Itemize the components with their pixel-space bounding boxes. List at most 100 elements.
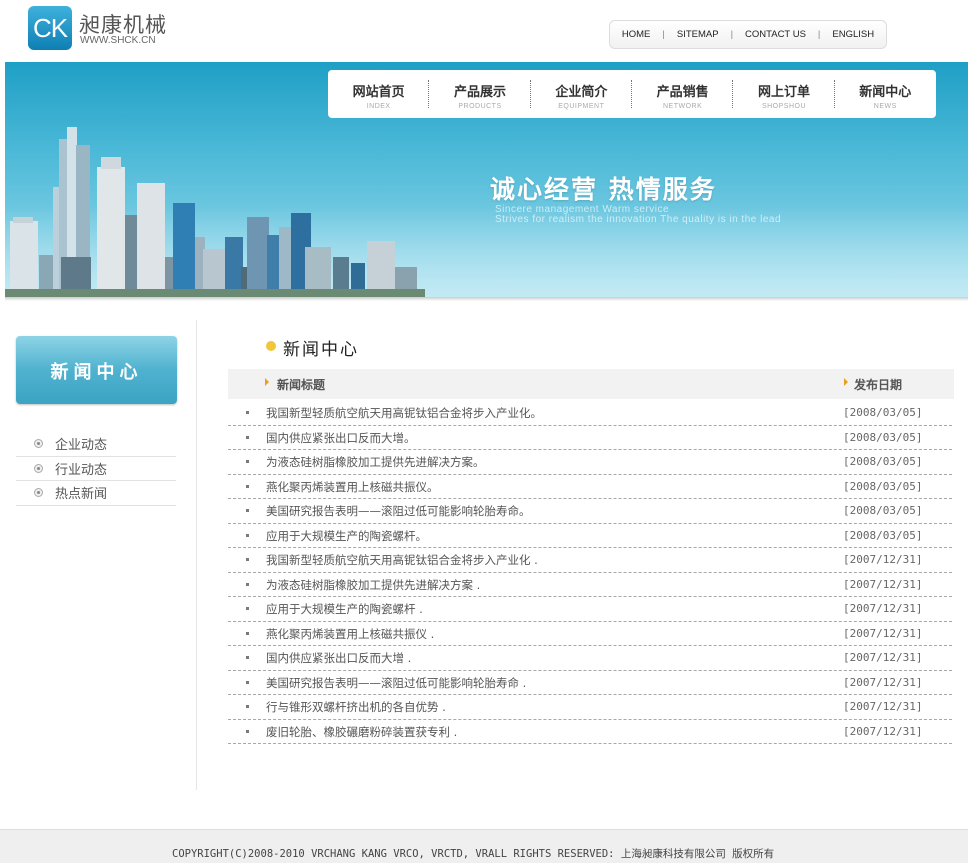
- sidebar-item-label: 热点新闻: [55, 487, 108, 503]
- square-bullet-icon: [246, 509, 249, 512]
- news-title-link[interactable]: 我国新型轻质航空航天用高铌钛铝合金将步入产业化。: [266, 405, 542, 421]
- news-row[interactable]: 为液态硅树脂橡胶加工提供先进解决方案。 [2008/03/05]: [228, 450, 952, 475]
- sidebar-divider: [196, 320, 197, 790]
- news-title-link[interactable]: 我国新型轻质航空航天用高铌钛铝合金将步入产业化 .: [266, 552, 538, 568]
- sidebar-item-company-news[interactable]: 企业动态: [16, 432, 176, 457]
- news-row[interactable]: 美国研究报告表明——滚阻过低可能影响轮胎寿命。 [2008/03/05]: [228, 499, 952, 524]
- news-date: [2008/03/05]: [843, 504, 923, 517]
- column-header-title: 新闻标题: [277, 378, 326, 392]
- news-title-link[interactable]: 行与锥形双螺杆挤出机的各自优势 .: [266, 699, 446, 715]
- sidebar-item-label: 行业动态: [55, 462, 108, 478]
- site-footer: COPYRIGHT(C)2008-2010 VRCHANG KANG VRCO,…: [0, 829, 968, 863]
- news-title-link[interactable]: 燕化聚丙烯装置用上核磁共振仪 .: [266, 626, 434, 642]
- sidebar-menu: 企业动态 行业动态 热点新闻: [16, 432, 176, 506]
- nav-label: 网上订单: [757, 85, 810, 100]
- heading-dot-icon: [266, 341, 276, 351]
- sidebar-item-label: 企业动态: [55, 438, 108, 454]
- news-title-link[interactable]: 为液态硅树脂橡胶加工提供先进解决方案。: [266, 454, 485, 470]
- sidebar-item-industry-news[interactable]: 行业动态: [16, 457, 176, 481]
- square-bullet-icon: [246, 680, 249, 684]
- copyright-text: COPYRIGHT(C)2008-2010 VRCHANG KANG VRCO,…: [172, 848, 775, 860]
- news-title-link[interactable]: 国内供应紧张出口反而大增。: [266, 430, 416, 446]
- news-row[interactable]: 我国新型轻质航空航天用高铌钛铝合金将步入产业化 . [2007/12/31]: [228, 548, 952, 573]
- square-bullet-icon: [246, 705, 249, 708]
- sidebar-item-hot-news[interactable]: 热点新闻: [16, 481, 176, 506]
- nav-label: 企业简介: [555, 85, 608, 100]
- square-bullet-icon: [246, 460, 249, 463]
- news-title-link[interactable]: 燕化聚丙烯装置用上核磁共振仪。: [266, 479, 439, 495]
- news-row[interactable]: 燕化聚丙烯装置用上核磁共振仪 . [2007/12/31]: [228, 622, 952, 646]
- news-title-link[interactable]: 应用于大规模生产的陶瓷螺杆。: [266, 528, 427, 544]
- news-row[interactable]: 燕化聚丙烯装置用上核磁共振仪。 [2008/03/05]: [228, 475, 952, 499]
- nav-sublabel: EQUIPMENT: [558, 103, 605, 110]
- column-header-date: 发布日期: [854, 378, 903, 392]
- news-date: [2007/12/31]: [843, 602, 923, 615]
- arrow-right-icon: [265, 378, 269, 386]
- nav-item-index[interactable]: 网站首页 INDEX: [328, 70, 430, 118]
- news-title-link[interactable]: 美国研究报告表明——滚阻过低可能影响轮胎寿命 .: [266, 675, 526, 691]
- top-link-sitemap[interactable]: SITEMAP: [669, 29, 727, 40]
- top-link-home[interactable]: HOME: [614, 29, 659, 40]
- circle-bullet-icon: [34, 439, 43, 449]
- news-row[interactable]: 国内供应紧张出口反而大增。 [2008/03/05]: [228, 426, 952, 450]
- nav-sublabel: NETWORK: [663, 103, 703, 110]
- news-row[interactable]: 美国研究报告表明——滚阻过低可能影响轮胎寿命 . [2007/12/31]: [228, 671, 952, 695]
- nav-item-about[interactable]: 企业简介 EQUIPMENT: [531, 70, 632, 118]
- nav-item-sales[interactable]: 产品销售 NETWORK: [632, 70, 734, 118]
- news-date: [2007/12/31]: [843, 626, 923, 640]
- square-bullet-icon: [246, 582, 249, 586]
- separator: |: [817, 29, 821, 40]
- logo-icon[interactable]: CK: [28, 6, 72, 50]
- news-date: [2007/12/31]: [843, 553, 923, 566]
- news-row[interactable]: 我国新型轻质航空航天用高铌钛铝合金将步入产业化。 [2008/03/05]: [228, 401, 952, 426]
- news-date: [2008/03/05]: [843, 406, 923, 419]
- news-title-link[interactable]: 为液态硅树脂橡胶加工提供先进解决方案 .: [266, 577, 480, 593]
- news-date: [2008/03/05]: [843, 455, 923, 468]
- nav-label: 网站首页: [352, 85, 405, 100]
- news-row[interactable]: 国内供应紧张出口反而大增 . [2007/12/31]: [228, 646, 952, 671]
- news-date: [2007/12/31]: [843, 700, 923, 713]
- sidebar-heading: 新闻中心: [50, 362, 143, 383]
- square-bullet-icon: [246, 435, 249, 439]
- news-title-link[interactable]: 废旧轮胎、橡胶碾磨粉碎装置获专利 .: [266, 724, 457, 740]
- main-nav: 网站首页 INDEX 产品展示 PRODUCTS 企业简介 EQUIPMENT …: [328, 70, 936, 118]
- banner-slogan-english: Sincere management Warm service Strives …: [495, 205, 781, 225]
- city-skyline-image: [5, 127, 425, 297]
- circle-bullet-icon: [34, 488, 43, 498]
- news-date: [2008/03/05]: [843, 479, 923, 493]
- arrow-right-icon: [844, 378, 848, 386]
- nav-item-orders[interactable]: 网上订单 SHOPSHOU: [733, 70, 835, 118]
- sidebar-heading-banner: 新闻中心: [16, 336, 177, 404]
- page-title: 新闻中心: [283, 340, 359, 360]
- nav-sublabel: SHOPSHOU: [761, 103, 806, 110]
- news-list: 我国新型轻质航空航天用高铌钛铝合金将步入产业化。 [2008/03/05] 国内供应…: [228, 401, 952, 744]
- square-bullet-icon: [246, 607, 249, 610]
- news-title-link[interactable]: 美国研究报告表明——滚阻过低可能影响轮胎寿命。: [266, 503, 531, 519]
- news-date: [2007/12/31]: [843, 577, 923, 591]
- news-date: [2008/03/05]: [843, 430, 923, 444]
- square-bullet-icon: [246, 729, 249, 733]
- nav-label: 新闻中心: [859, 85, 912, 100]
- news-date: [2007/12/31]: [843, 651, 923, 664]
- news-title-link[interactable]: 应用于大规模生产的陶瓷螺杆 .: [266, 601, 423, 617]
- nav-item-products[interactable]: 产品展示 PRODUCTS: [429, 70, 531, 118]
- square-bullet-icon: [246, 558, 249, 561]
- site-header: CK 昶康机械 WWW.SHCK.CN HOME | SITEMAP | CON…: [0, 0, 968, 62]
- top-link-english[interactable]: ENGLISH: [824, 29, 882, 40]
- news-row[interactable]: 行与锥形双螺杆挤出机的各自优势 . [2007/12/31]: [228, 695, 952, 720]
- separator: |: [662, 29, 665, 40]
- news-table-header: 新闻标题 发布日期: [228, 369, 954, 399]
- nav-item-news[interactable]: 新闻中心 NEWS: [835, 70, 936, 118]
- nav-label: 产品展示: [453, 85, 506, 100]
- news-row[interactable]: 为液态硅树脂橡胶加工提供先进解决方案 . [2007/12/31]: [228, 573, 952, 597]
- separator: |: [730, 29, 734, 40]
- nav-sublabel: NEWS: [873, 103, 897, 110]
- news-title-link[interactable]: 国内供应紧张出口反而大增 .: [266, 650, 411, 666]
- news-row[interactable]: 应用于大规模生产的陶瓷螺杆 . [2007/12/31]: [228, 597, 952, 622]
- news-row[interactable]: 应用于大规模生产的陶瓷螺杆。 [2008/03/05]: [228, 524, 952, 548]
- square-bullet-icon: [246, 411, 249, 414]
- square-bullet-icon: [246, 656, 249, 659]
- top-link-contact[interactable]: CONTACT US: [737, 29, 814, 40]
- news-row[interactable]: 废旧轮胎、橡胶碾磨粉碎装置获专利 . [2007/12/31]: [228, 720, 952, 744]
- website-url: WWW.SHCK.CN: [80, 35, 156, 46]
